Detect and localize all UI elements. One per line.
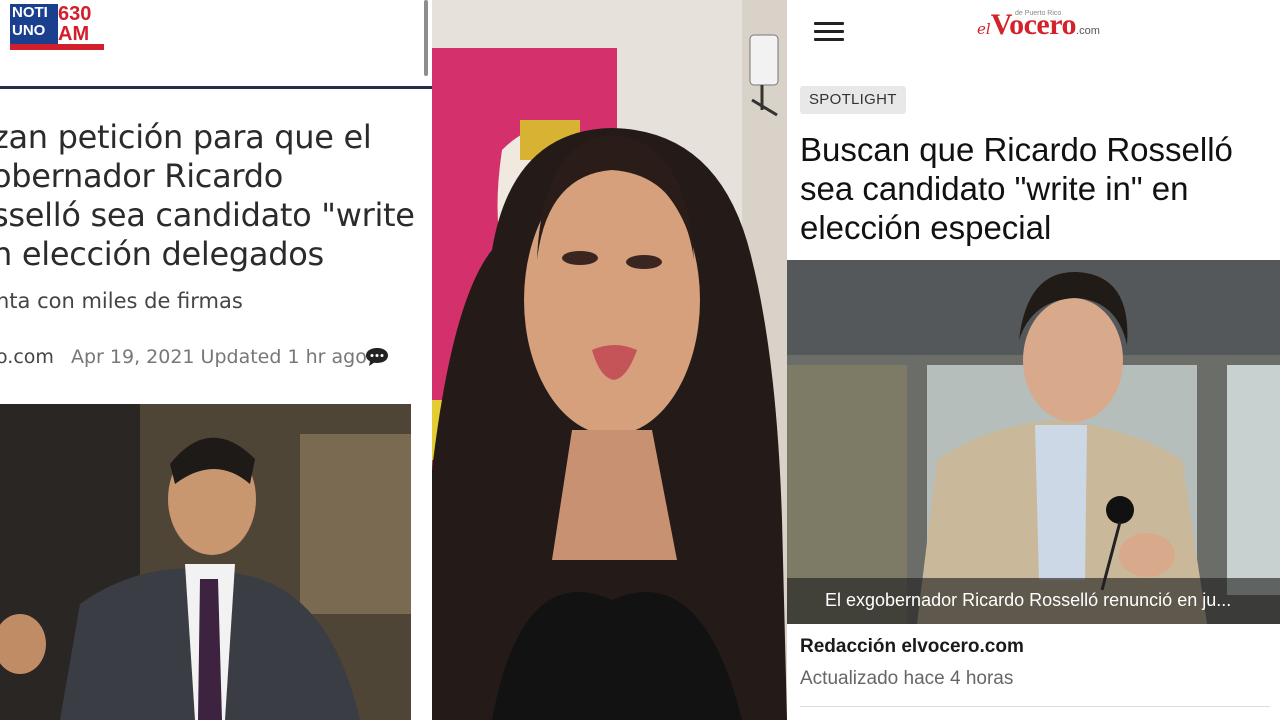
notiuno-header: NOTI UNO 630 AM [0,0,432,89]
notiuno-logo[interactable]: NOTI UNO 630 AM [10,4,104,50]
elvocero-article-panel: elVocero.com de Puerto Rico SPOTLIGHT Bu… [787,0,1280,720]
notiuno-logo-strip [10,44,104,50]
category-badge[interactable]: SPOTLIGHT [800,86,906,114]
comment-icon[interactable] [365,347,389,367]
photo-caption[interactable]: El exgobernador Ricardo Rosselló renunci… [825,590,1280,611]
divider [800,706,1270,707]
menu-icon[interactable] [814,20,844,44]
article-meta: o.com Apr 19, 2021 Updated 1 hr ago [0,346,367,368]
notiuno-article-panel: NOTI UNO 630 AM zan petición para que el… [0,0,432,720]
article-subhead: nta con miles de firmas [0,289,243,313]
presenter-video-panel [432,0,787,720]
presenter-video-frame [432,0,787,720]
article-photo[interactable] [0,404,411,720]
article-date: Apr 19, 2021 Updated 1 hr ago [71,346,367,368]
article-source: o.com [0,346,54,368]
elvocero-logo[interactable]: elVocero.com de Puerto Rico [977,8,1100,48]
article-photo[interactable] [787,260,1280,624]
article-headline: zan petición para que el obernador Ricar… [0,118,415,273]
rossello-photo-illustration [0,404,411,720]
scrollbar[interactable] [424,0,428,76]
logo-prefix: el [977,20,991,38]
article-headline: Buscan que Ricardo Rosselló sea candidat… [800,131,1233,246]
article-updated: Actualizado hace 4 horas [800,668,1014,689]
logo-suffix: .com [1076,25,1100,37]
article-author[interactable]: Redacción elvocero.com [800,636,1024,658]
logo-tagline: de Puerto Rico [1015,10,1062,17]
rossello-podium-illustration [787,260,1280,624]
